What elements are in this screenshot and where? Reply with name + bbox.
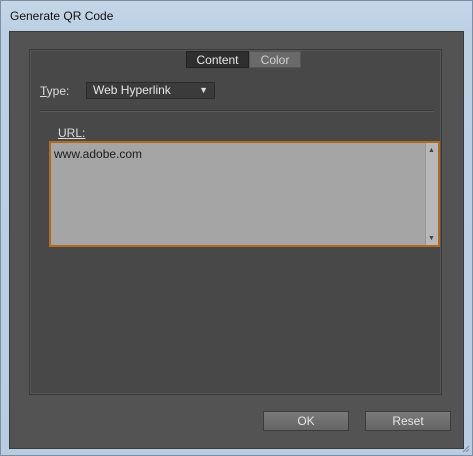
scroll-down-arrow-icon[interactable]: ▼ xyxy=(428,235,435,242)
type-dropdown-value: Web Hyperlink xyxy=(93,83,171,97)
dialog-client-area: Content Color Type: Web Hyperlink ▼ URL:… xyxy=(9,31,464,449)
chevron-down-icon: ▼ xyxy=(199,85,208,95)
type-label: Type: xyxy=(40,84,69,98)
url-label-text: RL: xyxy=(66,126,86,140)
type-dropdown[interactable]: Web Hyperlink ▼ xyxy=(86,82,215,99)
title-bar[interactable]: Generate QR Code xyxy=(1,1,472,31)
url-text-value: www.adobe.com xyxy=(54,147,143,161)
url-scrollbar[interactable]: ▲ ▼ xyxy=(425,143,438,245)
type-label-text: ype: xyxy=(46,84,70,98)
ok-button[interactable]: OK xyxy=(263,411,349,431)
tab-bar: Content Color xyxy=(186,51,301,68)
type-label-mnemonic: T xyxy=(40,84,47,98)
divider xyxy=(40,110,434,112)
url-textarea[interactable]: www.adobe.com ▲ ▼ xyxy=(49,141,440,247)
url-label: URL: xyxy=(58,126,85,140)
window-title: Generate QR Code xyxy=(10,9,114,23)
url-label-mnemonic: U xyxy=(58,126,67,140)
resize-grip-icon[interactable] xyxy=(460,443,470,453)
dialog-window: Generate QR Code Content Color Type: Web… xyxy=(0,0,473,456)
scroll-up-arrow-icon[interactable]: ▲ xyxy=(428,147,435,154)
tab-color[interactable]: Color xyxy=(249,51,301,68)
reset-button[interactable]: Reset xyxy=(365,411,451,431)
tab-content[interactable]: Content xyxy=(186,51,249,68)
